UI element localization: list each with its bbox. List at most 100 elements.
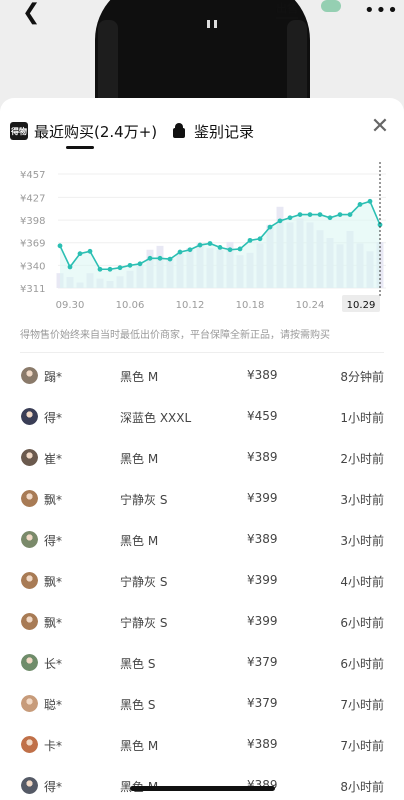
y-tick-label: ¥311 bbox=[20, 284, 45, 295]
tab-recent-label: 最近购买(2.4万+) bbox=[34, 122, 158, 141]
more-icon[interactable]: ••• bbox=[364, 0, 399, 21]
price-point bbox=[367, 198, 373, 204]
sheet-tabs: 得物 最近购买(2.4万+) 鉴别记录 ✕ bbox=[0, 98, 404, 156]
purchase-row: 长* 黑色 S ¥379 6小时前 bbox=[0, 643, 404, 684]
price-point bbox=[327, 215, 333, 221]
product-spec: 黑色 S bbox=[120, 698, 156, 712]
price-point bbox=[307, 212, 313, 218]
buyer-name: 得* bbox=[44, 534, 63, 548]
avatar bbox=[21, 449, 38, 466]
purchase-price: ¥379 bbox=[247, 696, 278, 710]
price-point bbox=[137, 261, 143, 267]
purchase-price: ¥399 bbox=[247, 573, 278, 587]
home-indicator bbox=[130, 786, 275, 791]
avatar-image bbox=[21, 531, 38, 548]
avatar-image bbox=[21, 777, 38, 794]
buyer-name: 长* bbox=[44, 657, 63, 671]
buyer-name: 飘* bbox=[44, 493, 63, 507]
avatar bbox=[21, 531, 38, 548]
purchase-price: ¥389 bbox=[247, 737, 278, 751]
avatar bbox=[21, 613, 38, 630]
purchase-row: 崔* 黑色 M ¥389 2小时前 bbox=[0, 438, 404, 479]
x-tick-label: 10.06 bbox=[116, 300, 145, 311]
y-tick-label: ¥340 bbox=[20, 261, 45, 272]
avatar bbox=[21, 654, 38, 671]
x-tick-label: 10.24 bbox=[296, 300, 325, 311]
product-spec: 深蓝色 XXXL bbox=[120, 411, 192, 425]
avatar bbox=[21, 572, 38, 589]
price-point bbox=[67, 264, 73, 270]
avatar bbox=[21, 490, 38, 507]
avatar-image bbox=[21, 490, 38, 507]
price-point bbox=[237, 246, 243, 252]
product-spec: 黑色 M bbox=[120, 452, 159, 466]
buyer-name: 卡* bbox=[44, 739, 63, 753]
tab-authentication-records[interactable]: 鉴别记录 bbox=[172, 120, 254, 142]
purchase-time: 4小时前 bbox=[340, 575, 384, 589]
price-point bbox=[257, 236, 263, 242]
authentication-icon bbox=[172, 123, 186, 139]
purchase-time: 6小时前 bbox=[340, 657, 384, 671]
price-point bbox=[217, 244, 223, 250]
purchase-price: ¥399 bbox=[247, 491, 278, 505]
price-point bbox=[347, 212, 353, 218]
purchase-time: 2小时前 bbox=[340, 452, 384, 466]
purchase-price: ¥459 bbox=[247, 409, 278, 423]
avatar bbox=[21, 736, 38, 753]
avatar-image bbox=[21, 408, 38, 425]
price-point bbox=[227, 247, 233, 253]
y-tick-label: ¥398 bbox=[20, 216, 45, 227]
share-icon[interactable] bbox=[321, 0, 341, 12]
price-point bbox=[77, 251, 83, 257]
divider bbox=[20, 352, 384, 353]
price-point bbox=[287, 215, 293, 221]
y-tick-label: ¥457 bbox=[20, 170, 45, 181]
close-icon[interactable]: ✕ bbox=[369, 116, 391, 138]
purchase-row: 飘* 宁静灰 S ¥399 3小时前 bbox=[0, 479, 404, 520]
purchase-row: 聪* 黑色 S ¥379 7小时前 bbox=[0, 684, 404, 725]
price-point bbox=[267, 224, 273, 230]
price-point bbox=[117, 265, 123, 271]
buyer-name: 飘* bbox=[44, 616, 63, 630]
x-tick-label: 09.30 bbox=[56, 300, 85, 311]
brand-logo-mark bbox=[207, 20, 217, 28]
price-trend-chart[interactable]: ¥457 ¥427 ¥398 ¥369 ¥340 ¥311 09.30 10.06 10.12 1… bbox=[0, 162, 404, 322]
purchase-time: 7小时前 bbox=[340, 739, 384, 753]
tab-recent-purchases[interactable]: 得物 最近购买(2.4万+) bbox=[10, 120, 157, 142]
price-point bbox=[197, 242, 203, 248]
price-point bbox=[97, 266, 103, 272]
chevron-left-icon[interactable]: ❮ bbox=[22, 0, 40, 25]
avatar bbox=[21, 695, 38, 712]
buyer-name: 崔* bbox=[44, 452, 63, 466]
price-disclaimer: 得物售价始终来自当时最低出价商家，平台保障全新正品，请按需购买 bbox=[20, 330, 330, 341]
purchase-row: 得* 黑色 M ¥389 3小时前 bbox=[0, 520, 404, 561]
avatar-image bbox=[21, 367, 38, 384]
y-tick-label: ¥369 bbox=[20, 239, 45, 250]
price-point bbox=[187, 247, 193, 253]
price-point bbox=[277, 218, 283, 224]
price-point bbox=[177, 249, 183, 255]
purchase-row: 蹋* 黑色 M ¥389 8分钟前 bbox=[0, 356, 404, 397]
buyer-name: 聪* bbox=[44, 698, 63, 712]
avatar-image bbox=[21, 736, 38, 753]
purchase-time: 3小时前 bbox=[340, 534, 384, 548]
price-point bbox=[247, 237, 253, 243]
sell-button[interactable]: 出售 bbox=[276, 0, 298, 19]
price-point bbox=[337, 212, 343, 218]
price-point bbox=[297, 212, 303, 218]
price-point bbox=[107, 266, 113, 272]
product-spec: 宁静灰 S bbox=[120, 575, 168, 589]
price-chart-svg: ¥457 ¥427 ¥398 ¥369 ¥340 ¥311 09.30 10.06 10.12 1… bbox=[20, 162, 386, 312]
avatar-image bbox=[21, 654, 38, 671]
price-area bbox=[60, 201, 380, 288]
product-spec: 黑色 M bbox=[120, 534, 159, 548]
price-point bbox=[87, 248, 93, 254]
purchase-price: ¥399 bbox=[247, 614, 278, 628]
purchase-time: 6小时前 bbox=[340, 616, 384, 630]
product-spec: 宁静灰 S bbox=[120, 493, 168, 507]
price-point bbox=[317, 212, 323, 218]
purchase-price: ¥379 bbox=[247, 655, 278, 669]
purchase-time: 8分钟前 bbox=[340, 370, 384, 384]
purchase-list: 蹋* 黑色 M ¥389 8分钟前 得* 深蓝色 XXXL ¥459 1小时前 崔* 黑色 M ¥3… bbox=[0, 356, 404, 800]
avatar bbox=[21, 367, 38, 384]
